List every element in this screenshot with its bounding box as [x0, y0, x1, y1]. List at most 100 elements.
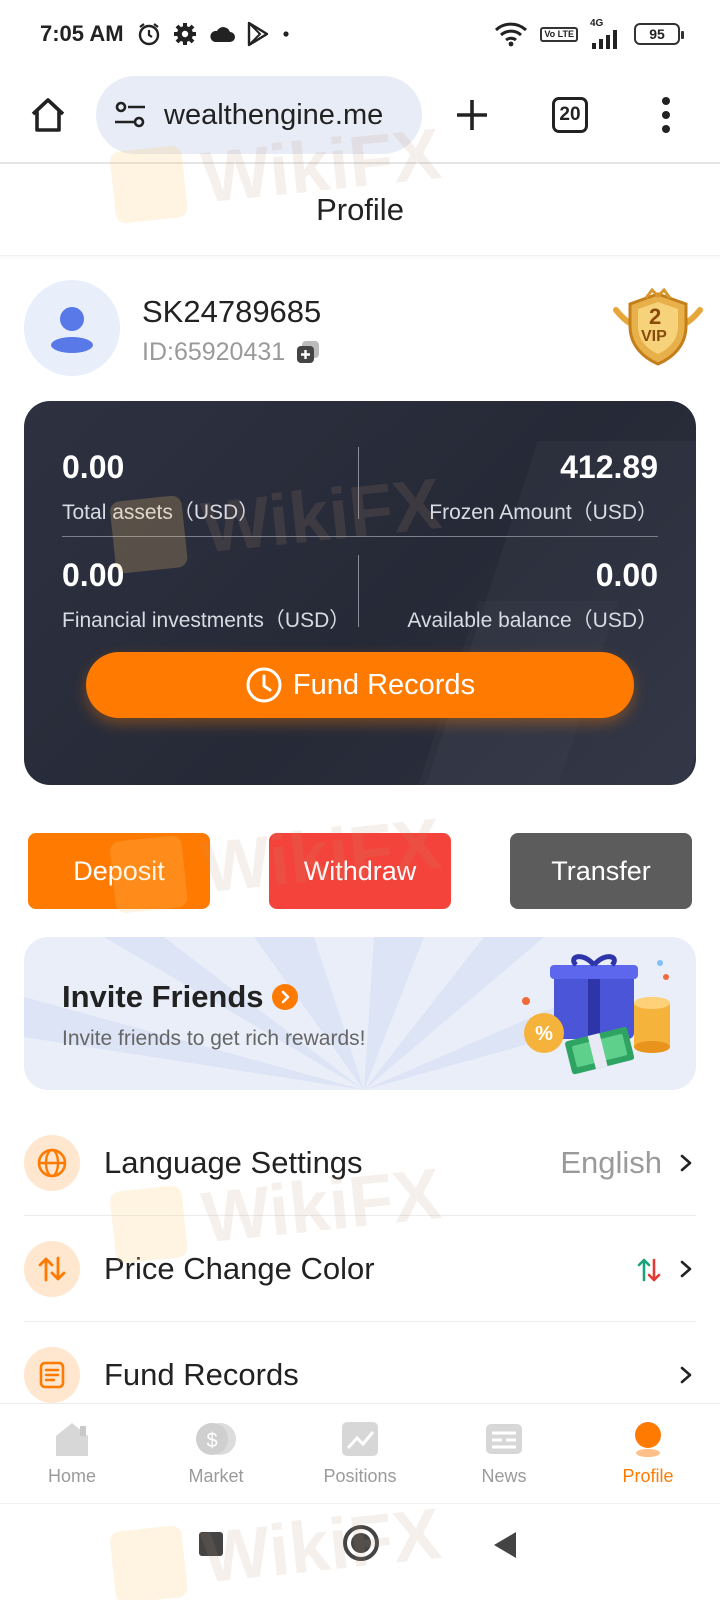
nav-market[interactable]: $ Market	[144, 1404, 288, 1503]
withdraw-button[interactable]: Withdraw	[269, 833, 451, 909]
copy-icon[interactable]	[295, 339, 321, 365]
clock: 7:05 AM	[40, 21, 124, 46]
assets-card: 0.00 Total assets（USD） 412.89 Frozen Amo…	[24, 401, 696, 785]
chevron-right-icon	[680, 1260, 692, 1277]
arrow-right-icon	[271, 984, 298, 1010]
financial-investments-value: 0.00	[62, 557, 125, 593]
available-balance-label: Available balance（USD）	[407, 609, 658, 632]
signal-icon	[592, 30, 617, 49]
page-title: Profile	[0, 164, 720, 256]
more-icon	[662, 97, 670, 105]
url-text[interactable]: wealthengine.me	[164, 99, 383, 132]
network-type: 4G	[590, 18, 604, 29]
home-system-dot	[351, 1533, 371, 1553]
nav-market-label: Market	[188, 1466, 244, 1486]
nav-news-label: News	[481, 1466, 527, 1486]
coins-icon: $	[196, 1423, 236, 1455]
fund-records-label: Fund Records	[104, 1357, 299, 1392]
tabs-button[interactable]: 20	[522, 67, 618, 163]
address-bar[interactable]: wealthengine.me	[96, 76, 422, 154]
chevron-right-icon	[680, 1154, 692, 1171]
financial-investments: 0.00 Financial investments（USD）	[62, 557, 350, 634]
frozen-amount-value: 412.89	[560, 449, 658, 485]
total-assets: 0.00 Total assets（USD）	[62, 449, 259, 526]
vip-level: 2	[649, 304, 662, 329]
total-assets-label: Total assets（USD）	[62, 501, 260, 524]
vip-label: VIP	[641, 328, 667, 345]
deposit-button[interactable]: Deposit	[28, 833, 210, 909]
avatar[interactable]	[24, 280, 120, 376]
back-button[interactable]	[494, 1532, 516, 1558]
card-divider	[62, 536, 658, 537]
user-icon	[51, 307, 93, 353]
globe-icon	[24, 1134, 80, 1191]
nav-home[interactable]: Home	[0, 1404, 144, 1503]
settings-list: Language Settings English Price Change C…	[24, 1110, 696, 1428]
battery-icon: 95	[634, 23, 684, 45]
invite-subtitle: Invite friends to get rich rewards!	[62, 1027, 366, 1050]
dot-icon	[282, 31, 289, 37]
tabs-icon: 20	[552, 97, 588, 133]
nav-profile[interactable]: Profile	[576, 1404, 720, 1503]
svg-text:%: %	[535, 1023, 553, 1045]
nav-positions[interactable]: Positions	[288, 1404, 432, 1503]
vip-badge[interactable]: 2 VIP	[610, 288, 706, 368]
nav-positions-label: Positions	[323, 1466, 397, 1486]
financial-investments-label: Financial investments（USD）	[62, 609, 351, 632]
price-change-color-row[interactable]: Price Change Color	[24, 1216, 696, 1322]
play-store-icon	[247, 21, 268, 47]
action-buttons: Deposit Withdraw Transfer	[0, 833, 720, 909]
clock-icon	[246, 667, 282, 703]
news-icon	[486, 1424, 522, 1454]
frozen-amount-label: Frozen Amount（USD）	[429, 501, 658, 524]
svg-text:$: $	[206, 1430, 217, 1452]
invite-title-row: Invite Friends	[62, 979, 298, 1015]
price-change-color-label: Price Change Color	[104, 1250, 375, 1286]
price-swap-icon	[24, 1240, 80, 1297]
more-menu-button[interactable]	[618, 67, 714, 163]
bottom-navigation: Home $ Market Positions News Profile	[0, 1403, 720, 1503]
cloud-icon	[209, 27, 235, 42]
available-balance: 0.00 Available balance（USD）	[407, 557, 658, 634]
alarm-icon	[138, 23, 159, 46]
gear-icon	[173, 23, 196, 45]
status-bar: 7:05 AM Vo LTE 4G 95	[0, 0, 720, 68]
language-settings-label: Language Settings	[104, 1144, 363, 1180]
username: SK24789685	[142, 293, 322, 329]
card-divider	[358, 447, 359, 519]
gift-illustration-icon: %	[522, 954, 670, 1075]
system-navigation-bar	[0, 1503, 720, 1600]
fund-records-button-label: Fund Records	[292, 668, 476, 701]
invite-friends-banner[interactable]: Invite Friends Invite friends to get ric…	[24, 937, 696, 1090]
up-down-arrows-icon	[637, 1258, 661, 1281]
new-tab-icon	[457, 100, 487, 130]
transfer-button[interactable]: Transfer	[510, 833, 692, 909]
chevron-right-icon	[680, 1366, 692, 1384]
more-icon-dot	[662, 111, 670, 119]
total-assets-value: 0.00	[62, 449, 125, 485]
new-tab-button[interactable]	[422, 67, 522, 163]
wifi-icon	[495, 22, 528, 47]
nav-profile-label: Profile	[622, 1466, 674, 1486]
more-icon-dot	[662, 125, 670, 133]
user-id: ID:65920431	[142, 337, 286, 366]
profile-icon	[635, 1422, 661, 1457]
home-system-button[interactable]	[343, 1525, 379, 1561]
signal-indicator: 4G	[590, 19, 622, 49]
available-balance-value: 0.00	[595, 557, 658, 593]
language-settings-row[interactable]: Language Settings English	[24, 1110, 696, 1216]
card-divider	[358, 555, 359, 627]
invite-title: Invite Friends	[62, 979, 264, 1014]
home-button[interactable]	[0, 67, 96, 163]
positions-chart-icon	[342, 1422, 378, 1456]
volte-badge: Vo LTE	[540, 26, 578, 42]
tab-count: 20	[559, 104, 581, 125]
recent-apps-button[interactable]	[199, 1532, 223, 1556]
nav-news[interactable]: News	[432, 1404, 576, 1503]
fund-records-button[interactable]: Fund Records	[86, 652, 634, 718]
user-profile: SK24789685 ID:65920431	[24, 280, 696, 376]
document-icon	[24, 1347, 80, 1403]
language-value: English	[560, 1144, 662, 1180]
site-settings-icon[interactable]	[112, 97, 148, 133]
home-icon	[31, 98, 65, 132]
